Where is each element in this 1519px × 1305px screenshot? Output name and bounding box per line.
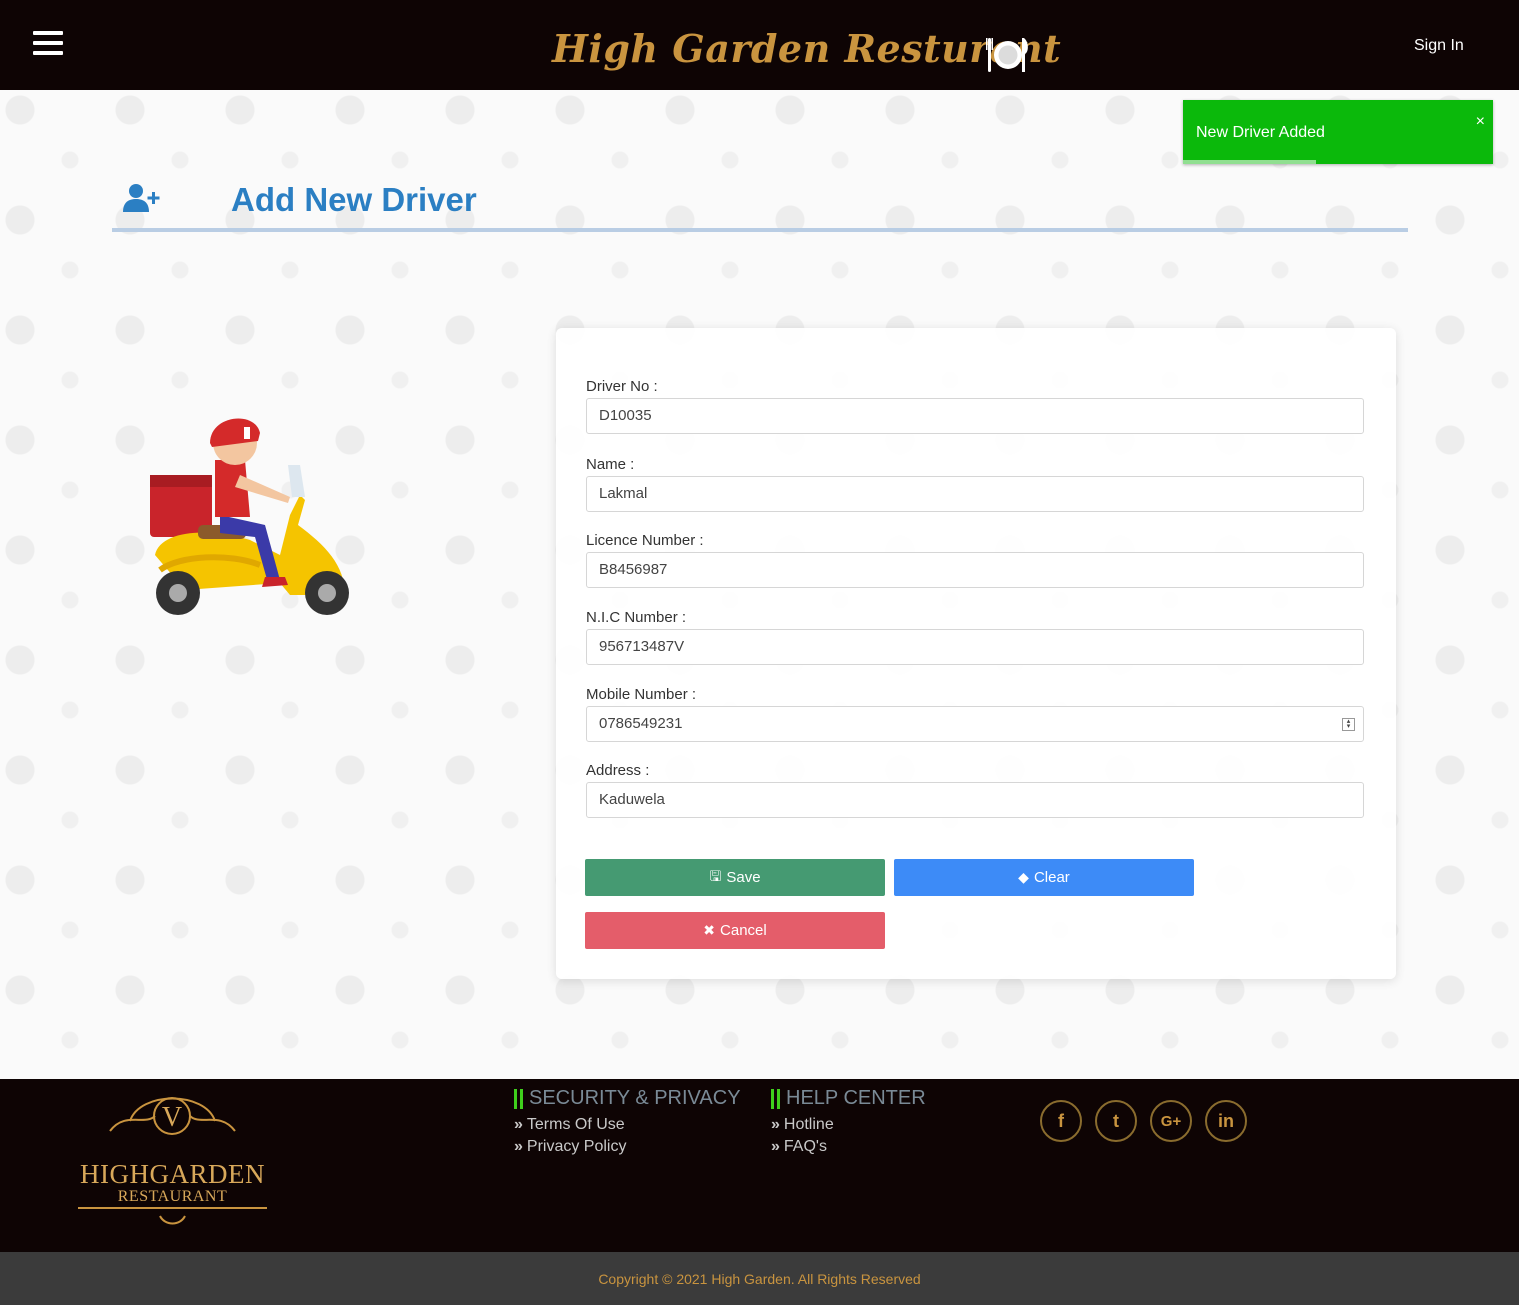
google-plus-icon[interactable]: G+ — [1150, 1100, 1192, 1142]
terms-of-use-link[interactable]: » Terms Of Use — [514, 1116, 741, 1134]
number-spinner-icon[interactable]: ▴ ▾ — [1342, 718, 1355, 731]
toast-message: New Driver Added — [1196, 124, 1325, 141]
driver-no-label: Driver No : — [586, 378, 658, 395]
logo-text-highgarden: HIGHGARDEN — [80, 1159, 265, 1189]
highgarden-logo: V HIGHGARDEN RESTAURANT — [70, 1086, 275, 1236]
twitter-icon[interactable]: t — [1095, 1100, 1137, 1142]
double-chevron-icon: » — [514, 1138, 523, 1155]
name-input[interactable]: Lakmal — [586, 476, 1364, 512]
cancel-label: Cancel — [720, 922, 767, 939]
logo-text-restaurant: RESTAURANT — [117, 1188, 228, 1205]
page-header: Add New Driver — [112, 175, 1408, 233]
save-icon: 🖫 — [709, 867, 722, 884]
toast-progress-bar — [1183, 160, 1317, 164]
licence-number-input[interactable]: B8456987 — [586, 552, 1364, 588]
facebook-icon[interactable]: f — [1040, 1100, 1082, 1142]
clear-label: Clear — [1033, 869, 1070, 886]
nic-number-label: N.I.C Number : — [586, 609, 687, 626]
double-chevron-icon: » — [514, 1116, 523, 1133]
name-label: Name : — [586, 456, 635, 473]
top-navbar: High Garden Resturant Sign In — [0, 0, 1519, 90]
cancel-button[interactable]: ✖ Cancel — [585, 912, 885, 949]
double-chevron-icon: » — [771, 1116, 780, 1133]
plate-cutlery-icon — [986, 38, 1028, 72]
success-toast: New Driver Added × — [1183, 100, 1493, 164]
copyright-bar: Copyright © 2021 High Garden. All Rights… — [0, 1252, 1519, 1305]
eraser-icon: ◆ — [1018, 869, 1029, 885]
security-privacy-section: SECURITY & PRIVACY » Terms Of Use » Privac… — [514, 1087, 741, 1156]
add-user-icon — [123, 184, 160, 212]
clear-button[interactable]: ◆ Clear — [894, 859, 1194, 896]
faq-link[interactable]: » FAQ's — [771, 1138, 926, 1156]
sign-in-link[interactable]: Sign In — [1414, 37, 1464, 55]
security-heading: SECURITY & PRIVACY — [514, 1087, 741, 1110]
driver-no-input[interactable]: D10035 — [586, 398, 1364, 434]
help-heading: HELP CENTER — [771, 1087, 926, 1110]
nic-number-input[interactable]: 956713487V — [586, 629, 1364, 665]
save-button[interactable]: 🖫 Save — [585, 859, 885, 896]
mobile-number-input[interactable]: 0786549231 ▴ ▾ — [586, 706, 1364, 742]
driver-form-card: Driver No : D10035 Name : Lakmal Licence… — [556, 328, 1396, 979]
licence-number-label: Licence Number : — [586, 532, 704, 549]
hamburger-menu-icon[interactable] — [33, 31, 63, 57]
delivery-scooter-illustration — [150, 418, 349, 615]
address-label: Address : — [586, 762, 650, 779]
double-chevron-icon: » — [771, 1138, 780, 1155]
title-divider — [112, 228, 1408, 232]
footer: V HIGHGARDEN RESTAURANT SECURITY & PRIVA… — [0, 1079, 1519, 1252]
help-center-section: HELP CENTER » Hotline » FAQ's — [771, 1087, 926, 1156]
svg-text:V: V — [162, 1102, 182, 1133]
mobile-number-label: Mobile Number : — [586, 686, 697, 703]
address-input[interactable]: Kaduwela — [586, 782, 1364, 818]
linkedin-icon[interactable]: in — [1205, 1100, 1247, 1142]
brand-title[interactable]: High Garden Resturant — [552, 26, 1061, 76]
privacy-policy-link[interactable]: » Privacy Policy — [514, 1138, 741, 1156]
hotline-link[interactable]: » Hotline — [771, 1116, 926, 1134]
copyright-text: Copyright © 2021 High Garden. All Rights… — [598, 1271, 921, 1287]
times-icon: ✖ — [703, 922, 716, 938]
mobile-number-value: 0786549231 — [599, 715, 683, 732]
close-icon[interactable]: × — [1476, 113, 1485, 131]
save-label: Save — [726, 869, 761, 886]
page-title: Add New Driver — [231, 181, 477, 218]
